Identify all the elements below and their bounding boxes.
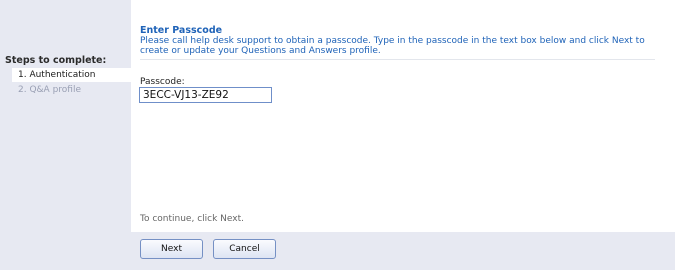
step-qa-profile: 2. Q&A profile — [18, 85, 81, 95]
page-heading: Enter Passcode — [140, 25, 223, 36]
button-bar: Next Cancel — [131, 232, 675, 270]
steps-title: Steps to complete: — [5, 55, 107, 66]
instructions-text: Please call help desk support to obtain … — [140, 36, 645, 56]
continue-hint: To continue, click Next. — [140, 214, 244, 224]
step-authentication: 1. Authentication — [12, 68, 131, 82]
passcode-label: Passcode: — [140, 77, 185, 87]
divider — [140, 59, 655, 60]
cancel-button[interactable]: Cancel — [213, 239, 276, 259]
main-content: Enter Passcode Please call help desk sup… — [131, 0, 675, 232]
next-button[interactable]: Next — [140, 239, 203, 259]
steps-sidebar: Steps to complete: 1. Authentication 2. … — [0, 0, 131, 270]
passcode-input[interactable] — [139, 87, 272, 103]
